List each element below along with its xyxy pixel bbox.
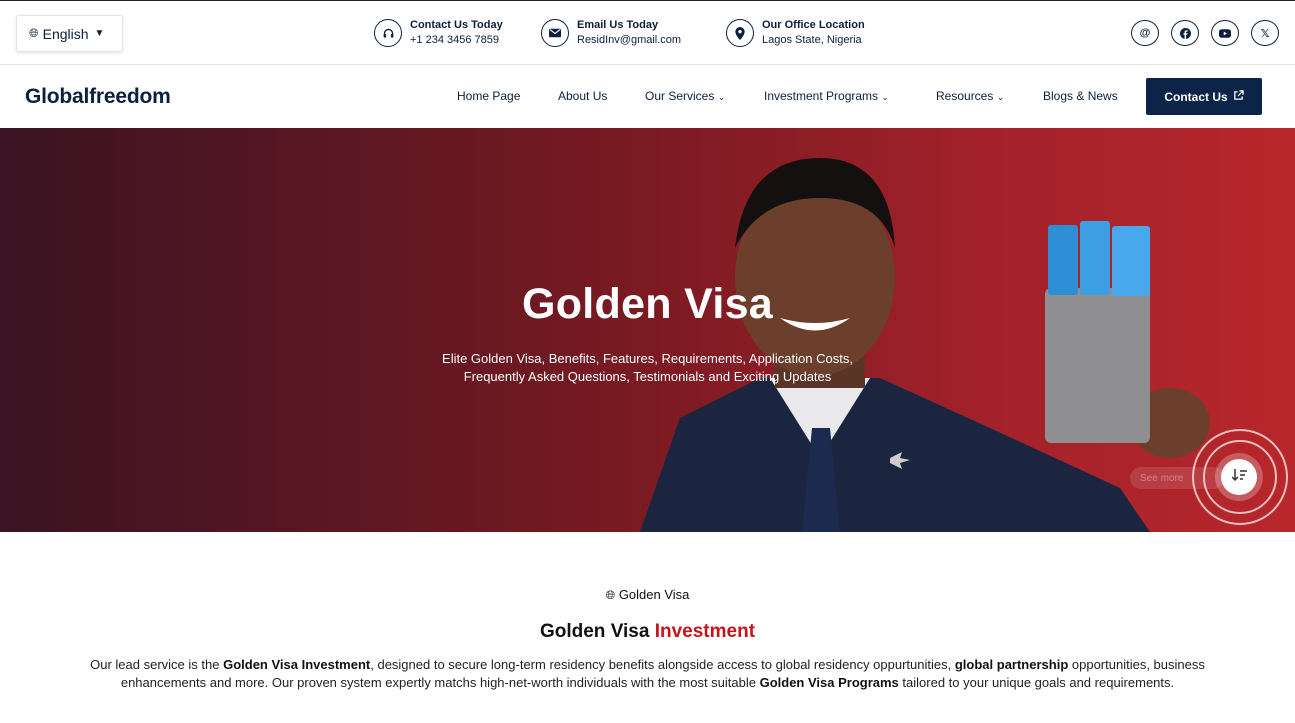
see-more-label[interactable]: See more [1130, 467, 1225, 489]
paragraph-text: Our lead service is the [90, 657, 224, 672]
youtube-icon[interactable] [1211, 20, 1239, 46]
hero-subtitle-line-1: Elite Golden Visa, Benefits, Features, R… [442, 351, 853, 366]
nav-investment-programs[interactable]: Investment Programs ⌄ [764, 89, 889, 103]
paragraph-text: , designed to secure long-term residency… [370, 657, 955, 672]
nav-home[interactable]: Home Page [457, 89, 520, 103]
top-bar: 🌐︎ English ▼ Contact Us Today +1 234 345… [0, 0, 1295, 65]
contact-phone-title: Contact Us Today [410, 19, 503, 31]
nav-home-label: Home Page [457, 89, 521, 103]
contact-email-title: Email Us Today [577, 19, 659, 31]
nav-about-label: About Us [558, 89, 608, 103]
paragraph-bold: Golden Visa Programs [759, 675, 899, 690]
contact-location[interactable]: Our Office Location Lagos State, Nigeria [726, 18, 865, 48]
section-paragraph: Our lead service is the Golden Visa Inve… [90, 656, 1205, 692]
site-logo[interactable]: Globalfreedom [25, 85, 171, 109]
contact-phone[interactable]: Contact Us Today +1 234 3456 7859 [374, 18, 503, 48]
contact-us-button[interactable]: Contact Us [1146, 78, 1262, 115]
section-heading-accent: Investment [654, 621, 756, 642]
main-navbar: Globalfreedom Home Page About Us Our Ser… [0, 65, 1295, 128]
paragraph-bold: global partnership [954, 657, 1069, 672]
section-heading-main: Golden Visa [539, 621, 650, 642]
nav-blogs[interactable]: Blogs & News [1043, 89, 1118, 103]
at-sign-icon[interactable]: @ [1131, 20, 1159, 46]
contact-email[interactable]: Email Us Today ResidInv@gmail.com [541, 18, 681, 48]
double-chevron-down-icon: ⌄ [717, 92, 726, 102]
envelope-icon [541, 19, 569, 47]
double-chevron-down-icon: ⌄ [881, 92, 889, 102]
nav-blogs-label: Blogs & News [1043, 89, 1118, 103]
globe-icon: 🌐︎ [605, 588, 616, 602]
section-heading: Golden Visa Investment [0, 621, 1295, 643]
headset-icon [374, 19, 402, 47]
paragraph-text: tailored to your unique goals and requir… [898, 675, 1175, 690]
facebook-icon[interactable] [1171, 20, 1199, 46]
sort-scroll-button[interactable] [1221, 459, 1257, 495]
nav-services[interactable]: Our Services ⌄ [645, 89, 725, 103]
language-selector[interactable]: 🌐︎ English ▼ [16, 15, 123, 52]
contact-location-value: Lagos State, Nigeria [762, 34, 862, 46]
nav-about[interactable]: About Us [558, 89, 607, 103]
hero-person-image [640, 158, 1210, 532]
language-label: English [42, 25, 89, 42]
map-pin-icon [726, 19, 754, 47]
nav-investment-label: Investment Programs [764, 89, 879, 103]
contact-phone-value: +1 234 3456 7859 [410, 34, 500, 46]
hero-subtitle: Elite Golden Visa, Benefits, Features, R… [0, 350, 1295, 386]
social-links: @ 𝕏 [1131, 20, 1279, 46]
external-link-icon [1233, 89, 1244, 104]
section-eyebrow: 🌐︎ Golden Visa [0, 587, 1295, 603]
logo-text: Globalfreedom [25, 85, 171, 108]
hero-subtitle-line-2: Frequently Asked Questions, Testimonials… [463, 369, 832, 384]
double-chevron-down-icon: ⌄ [996, 92, 1005, 102]
sort-down-icon [1230, 469, 1247, 485]
see-more-text: See more [1140, 472, 1184, 484]
x-twitter-icon[interactable]: 𝕏 [1251, 20, 1279, 46]
section-eyebrow-label: Golden Visa [618, 587, 690, 602]
contact-us-label: Contact Us [1164, 89, 1228, 104]
hero-banner: Golden Visa Elite Golden Visa, Benefits,… [0, 128, 1295, 532]
contact-email-value: ResidInv@gmail.com [577, 34, 682, 46]
contact-location-title: Our Office Location [762, 19, 865, 31]
paragraph-bold: Golden Visa Investment [223, 657, 371, 672]
nav-resources[interactable]: Resources ⌄ [936, 89, 1004, 103]
nav-services-label: Our Services [645, 89, 715, 103]
nav-resources-label: Resources [936, 89, 994, 103]
hero-title: Golden Visa [521, 280, 774, 328]
globe-icon: 🌐︎ [29, 26, 39, 40]
chevron-down-icon: ▼ [94, 28, 105, 39]
